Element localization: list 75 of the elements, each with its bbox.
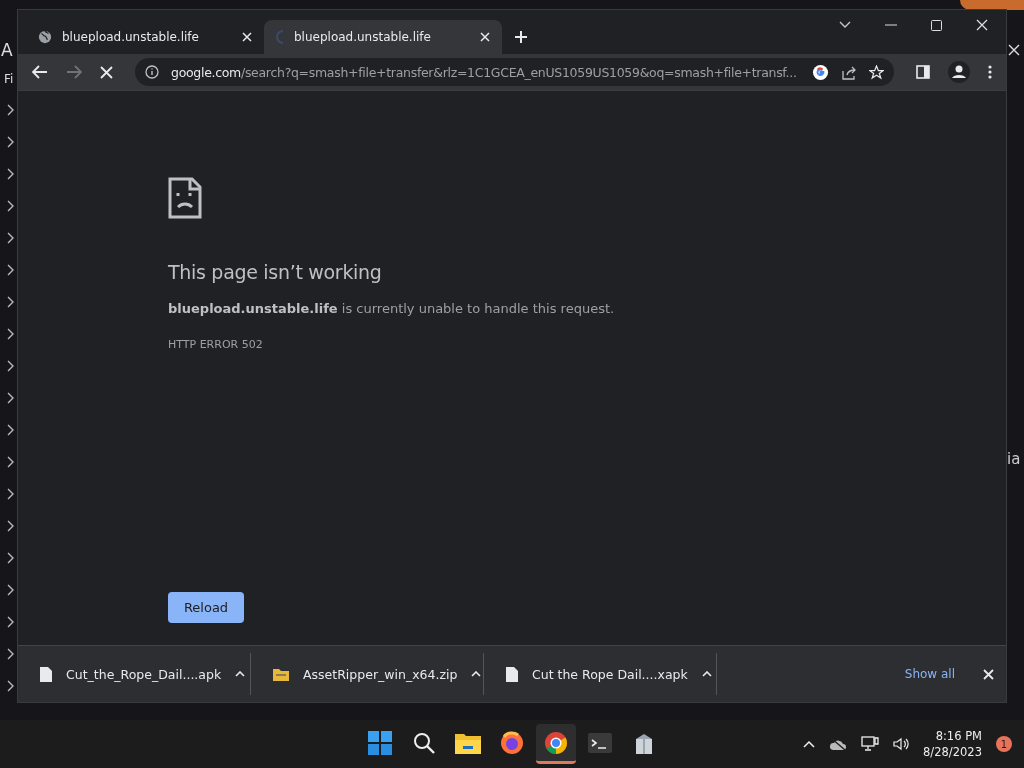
folder-icon: [455, 731, 481, 754]
download-item[interactable]: AssetRipper_win_x64.zip: [251, 653, 484, 695]
caret-icon[interactable]: [471, 671, 482, 677]
show-all-link[interactable]: Show all: [904, 667, 955, 681]
download-item[interactable]: Cut the Rope Dail....xapk: [484, 653, 717, 695]
reload-button[interactable]: Reload: [168, 592, 244, 623]
search-icon: [413, 731, 435, 754]
stop-icon[interactable]: [100, 65, 113, 79]
chevron-icon[interactable]: [6, 296, 14, 308]
menu-icon[interactable]: [988, 65, 992, 79]
file-icon: [40, 666, 52, 682]
wallpaper-shape: [960, 0, 1024, 10]
info-icon[interactable]: [145, 65, 159, 79]
chevron-icon[interactable]: [6, 680, 14, 692]
caret-icon[interactable]: [701, 671, 712, 677]
volume-icon[interactable]: [893, 737, 910, 751]
close-icon[interactable]: [976, 19, 988, 31]
profile-icon[interactable]: [948, 61, 970, 83]
chevron-icon[interactable]: [6, 360, 14, 372]
app-title: A: [1, 40, 13, 60]
share-icon[interactable]: [841, 64, 857, 80]
new-tab-icon[interactable]: [514, 30, 528, 44]
g-logo-icon[interactable]: [812, 63, 829, 81]
close-icon[interactable]: [480, 32, 490, 42]
app-text: ia: [1007, 450, 1021, 468]
chevron-icon[interactable]: [6, 552, 14, 564]
chevron-icon[interactable]: [6, 520, 14, 532]
browser-tab[interactable]: bluepload.unstable.life: [26, 20, 264, 54]
clock-time[interactable]: 8:16 PM: [935, 729, 982, 743]
side-panel-icon[interactable]: [916, 65, 930, 79]
caret-icon[interactable]: [235, 671, 246, 677]
browser-tab[interactable]: bluepload.unstable.life: [264, 20, 502, 54]
chevron-icon[interactable]: [6, 104, 14, 116]
url-text: google.com/search?q=smash+file+transfer&rlz=1C1GCEA_enUS1059US1059&oq=smash+file+transf...: [171, 64, 798, 80]
loading-icon: [276, 30, 284, 44]
globe-icon: [38, 30, 52, 44]
error-heading: This page isn’t working: [168, 261, 383, 283]
address-bar[interactable]: google.com/search?q=smash+file+transfer&rlz=1C1GCEA_enUS1059US1059&oq=smash+file+transf...: [135, 58, 894, 86]
network-icon[interactable]: [861, 736, 880, 752]
error-message: bluepload.unstable.life is currently unable to handle this request.: [168, 301, 616, 316]
error-code: HTTP ERROR 502: [168, 338, 264, 351]
close-icon[interactable]: [1008, 44, 1020, 56]
cloud-off-icon[interactable]: [829, 737, 848, 751]
download-item[interactable]: Cut_the_Rope_Dail....apk: [18, 653, 251, 695]
terminal-icon: [588, 732, 612, 753]
menu-item[interactable]: Fi: [4, 72, 14, 86]
chevron-icon[interactable]: [6, 392, 14, 404]
chevron-icon[interactable]: [6, 584, 14, 596]
chevron-icon[interactable]: [6, 424, 14, 436]
chevron-icon[interactable]: [6, 616, 14, 628]
chevron-icon[interactable]: [6, 232, 14, 244]
chevron-icon[interactable]: [6, 136, 14, 148]
chevron-icon[interactable]: [6, 648, 14, 660]
chevron-icon[interactable]: [6, 264, 14, 276]
chevron-icon[interactable]: [6, 456, 14, 468]
notification-badge[interactable]: 1: [996, 736, 1012, 752]
forward-icon[interactable]: [66, 65, 82, 79]
taskbar-app[interactable]: [536, 724, 576, 764]
sad-page-icon: [168, 177, 202, 219]
zip-folder-icon: [273, 667, 289, 681]
chrome-icon: [544, 730, 568, 755]
maximize-icon[interactable]: [931, 19, 942, 31]
star-icon[interactable]: [869, 64, 884, 80]
fox-globe-icon: [500, 730, 524, 755]
caret-icon[interactable]: [839, 21, 851, 29]
windows-logo-icon: [368, 730, 392, 755]
clock-date[interactable]: 8/28/2023: [923, 745, 982, 759]
file-icon: [506, 666, 518, 682]
chevron-icon[interactable]: [6, 200, 14, 212]
chevron-icon[interactable]: [6, 328, 14, 340]
chevron-icon[interactable]: [6, 168, 14, 180]
chevron-icon[interactable]: [6, 488, 14, 500]
back-icon[interactable]: [32, 65, 48, 79]
close-icon[interactable]: [242, 32, 252, 42]
close-icon[interactable]: [983, 668, 994, 680]
